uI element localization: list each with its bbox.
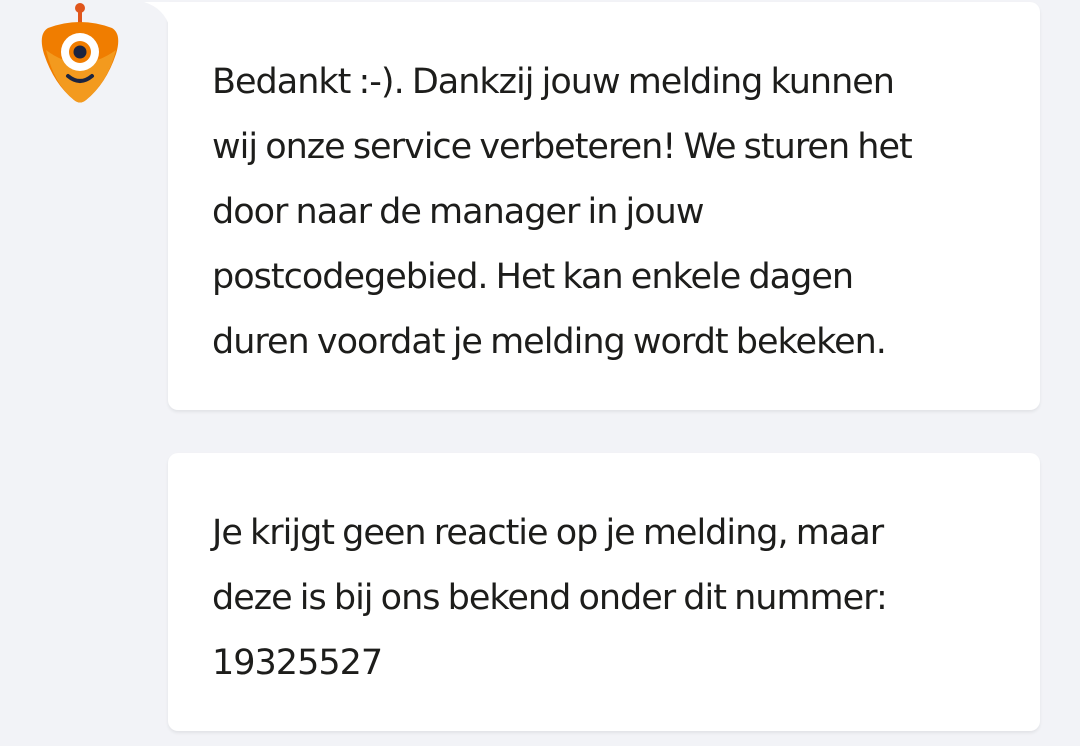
bot-avatar-icon bbox=[41, 3, 119, 103]
bubble-tail bbox=[144, 2, 170, 28]
chat-message-bubble: Bedankt :-). Dankzij jouw melding kunnen… bbox=[144, 2, 1040, 410]
chat-message-bubble: Je krijgt geen reactie op je melding, ma… bbox=[168, 453, 1040, 731]
chat-message-text: Bedankt :-). Dankzij jouw melding kunnen… bbox=[212, 62, 913, 362]
chat-message-text: Je krijgt geen reactie op je melding, ma… bbox=[212, 513, 888, 683]
